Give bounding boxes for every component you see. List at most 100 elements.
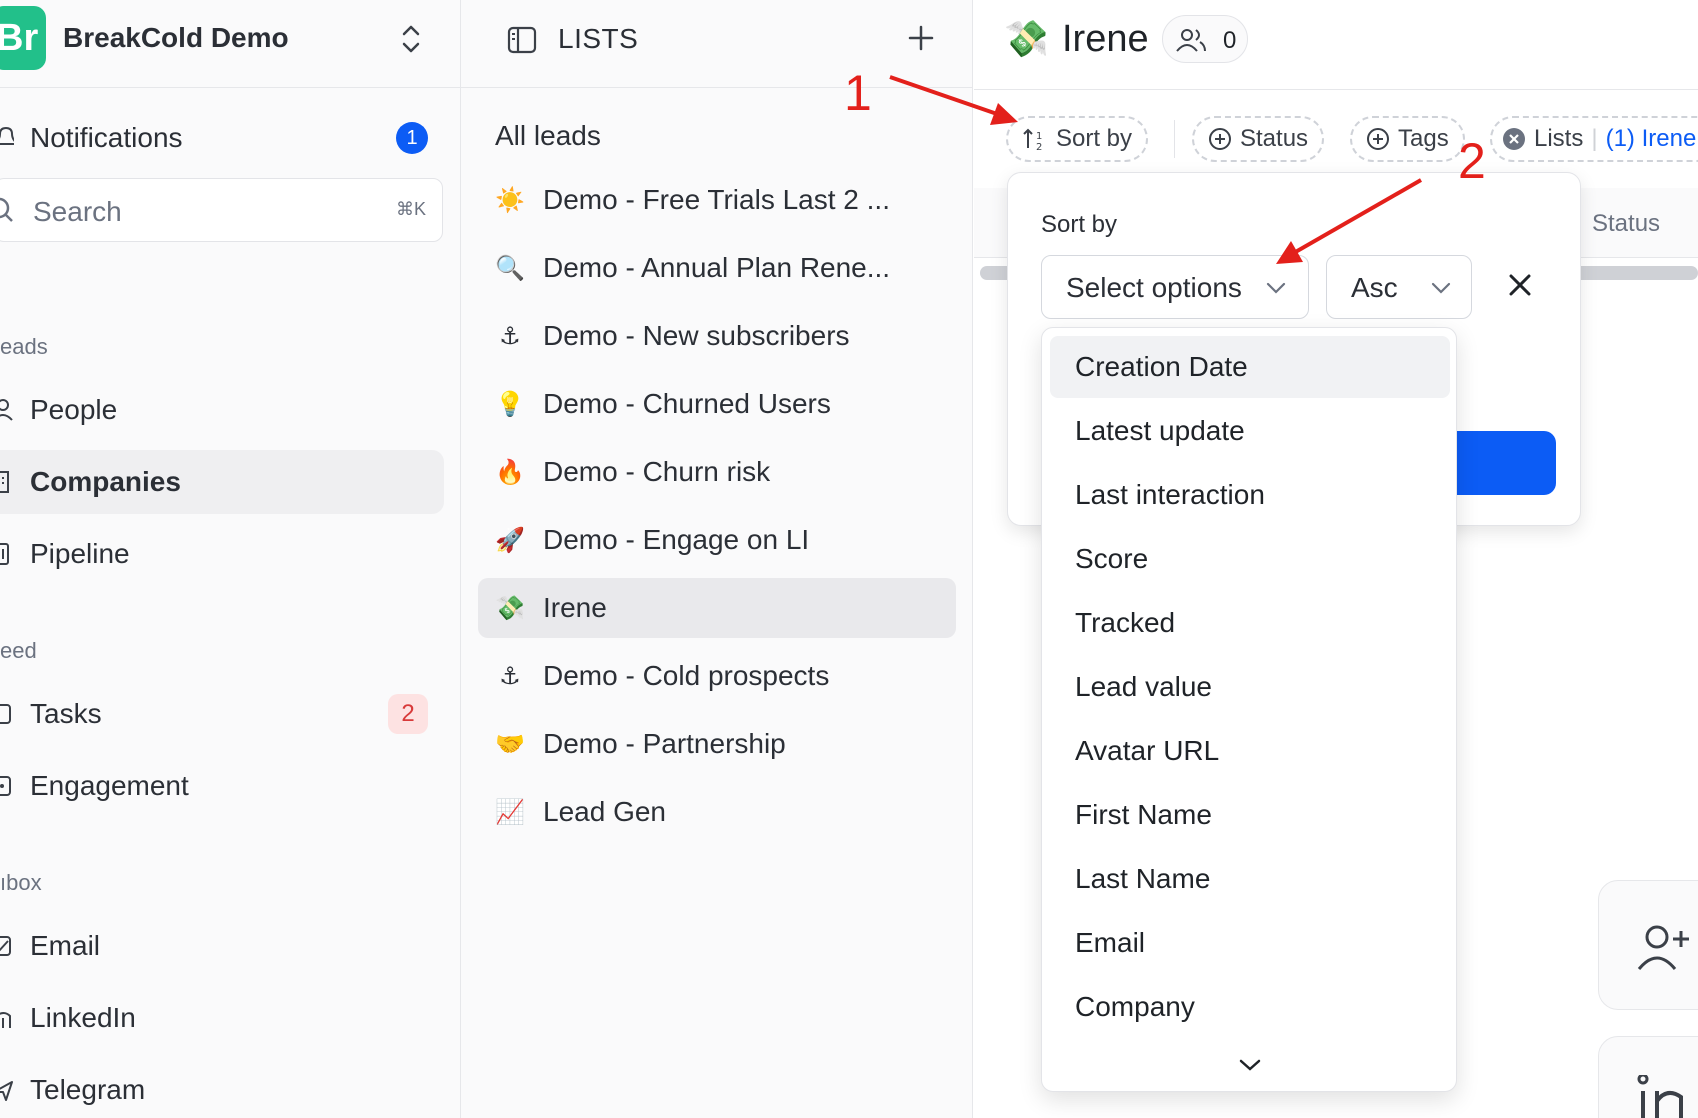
list-item-label: Demo - Churn risk [543,456,771,487]
sidebar-item-label: Tasks [30,698,102,729]
page-title: Irene [1062,18,1149,60]
list-emoji-icon: ⚓ [499,662,521,690]
plus-circle-icon [1367,128,1389,150]
list-emoji-icon: 🔥 [495,458,525,486]
sort-option[interactable]: Company [1050,976,1450,1038]
sidebar-item-label: Pipeline [30,538,130,569]
sort-option[interactable]: Last interaction [1050,464,1450,526]
person-icon [0,399,13,421]
sort-popover-label: Sort by [1041,211,1118,238]
column-header-status[interactable]: Status [1592,210,1660,238]
section-label-feed: eed [0,638,37,663]
list-item-label: Demo - New subscribers [543,320,850,351]
list-item-label: Demo - Free Trials Last 2 ... [543,184,890,215]
plus-icon[interactable] [907,24,935,52]
list-header: 💸 Irene 0 [974,0,1698,90]
chevron-down-icon [1266,282,1286,294]
list-item-label: Demo - Annual Plan Rene... [543,252,891,283]
sidebar-item-engagement[interactable]: Engagement [0,754,444,818]
kanban-icon [0,543,9,565]
users-icon [1176,29,1206,52]
sort-order-select[interactable]: Asc [1326,255,1472,319]
chevron-down-icon[interactable] [1238,1058,1262,1072]
list-item[interactable]: 📈 Lead Gen [478,782,956,842]
sort-field-select[interactable]: Select options [1041,255,1309,319]
sort-by-button[interactable]: 1 2 Sort by [1006,116,1149,162]
sidebar-item-label: Notifications [30,122,183,153]
workspace-switcher[interactable]: Br BreakCold Demo [0,0,460,88]
chip-divider: | [1591,125,1598,152]
lists-header: LISTS [461,0,973,88]
annotation-step-2: 2 [1458,133,1486,189]
sidebar-item-people[interactable]: People [0,378,444,442]
sidebar-item-label: Companies [30,466,181,497]
filter-divider [1174,120,1175,158]
list-item[interactable]: ⚓ Demo - New subscribers [478,306,956,366]
list-emoji: 💸 [1004,18,1049,59]
list-emoji-icon: 💡 [495,390,525,418]
sort-option[interactable]: Avatar URL [1050,720,1450,782]
list-item-label: Irene [543,592,607,623]
chevron-up-down-icon[interactable] [396,22,426,56]
search-input[interactable]: Search ⌘K [0,178,443,242]
lists-filter-chip[interactable]: Lists | (1) Irene [1490,116,1698,162]
sidebar-item-label: People [30,394,118,425]
sidebar-item-email[interactable]: Email [0,914,444,978]
linkedin-button[interactable] [1598,1036,1698,1118]
linkedin-icon [1637,1075,1683,1118]
sort-option[interactable]: Lead value [1050,656,1450,718]
sort-by-label: Sort by [1056,125,1133,152]
sidebar-item-tasks[interactable]: Tasks 2 [0,682,444,746]
sort-option[interactable]: First Name [1050,784,1450,846]
close-icon[interactable] [1506,271,1534,299]
sidebar-item-linkedin[interactable]: LinkedIn [0,986,444,1050]
sidebar-panel-icon[interactable] [507,25,537,55]
sidebar-item-companies[interactable]: Companies [0,450,444,514]
members-button[interactable]: 0 [1162,15,1248,63]
sort-option[interactable]: Last Name [1050,848,1450,910]
list-item-label: Demo - Churned Users [543,388,831,419]
engagement-icon [0,776,11,796]
list-emoji-icon: 💸 [495,594,525,622]
list-item[interactable]: 💡 Demo - Churned Users [478,374,956,434]
list-item[interactable]: 🤝 Demo - Partnership [478,714,956,774]
section-label-inbox: ıbox [0,870,42,895]
sort-option[interactable]: Creation Date [1050,336,1450,398]
chevron-down-icon [1431,282,1451,294]
list-item[interactable]: ⚓ Demo - Cold prospects [478,646,956,706]
workspace-logo: Br [0,6,46,70]
sort-option[interactable]: Latest update [1050,400,1450,462]
sidebar-item-label: Engagement [30,770,189,801]
sort-option[interactable]: Tracked [1050,592,1450,654]
lists-title: LISTS [558,23,639,54]
lists-filter-label: Lists [1534,125,1584,152]
annotation-step-1: 1 [844,65,872,121]
add-person-button[interactable] [1598,880,1698,1010]
list-item-label: Lead Gen [543,796,666,827]
list-item[interactable]: ☀️ Demo - Free Trials Last 2 ... [478,170,956,230]
remove-circle-icon[interactable] [1502,127,1526,151]
sort-option[interactable]: Score [1050,528,1450,590]
sidebar-item-label: LinkedIn [30,1002,136,1033]
sort-order-value: Asc [1351,272,1398,303]
sidebar-item-notifications[interactable]: Notifications 1 [0,106,444,170]
list-item[interactable]: 🔥 Demo - Churn risk [478,442,956,502]
search-shortcut: ⌘K [395,199,426,219]
sidebar-item-telegram[interactable]: Telegram [0,1058,444,1118]
list-item[interactable]: 🚀 Demo - Engage on LI [478,510,956,570]
lists-filter-value: (1) Irene [1605,125,1697,152]
tags-filter-button[interactable]: Tags [1350,116,1465,162]
sort-field-placeholder: Select options [1066,272,1242,303]
list-emoji-icon: 🔍 [495,254,525,282]
list-item[interactable]: 💸 Irene [478,578,956,638]
list-all-leads[interactable]: All leads [495,120,601,152]
status-filter-button[interactable]: Status [1192,116,1325,162]
svg-text:2: 2 [1036,142,1042,152]
section-label-leads: eads [0,334,48,359]
svg-text:1: 1 [1036,131,1042,142]
sidebar-item-pipeline[interactable]: Pipeline [0,522,444,586]
sidebar-item-label: Telegram [30,1074,146,1105]
plus-circle-icon [1209,128,1231,150]
sort-option[interactable]: Email [1050,912,1450,974]
list-item[interactable]: 🔍 Demo - Annual Plan Rene... [478,238,956,298]
